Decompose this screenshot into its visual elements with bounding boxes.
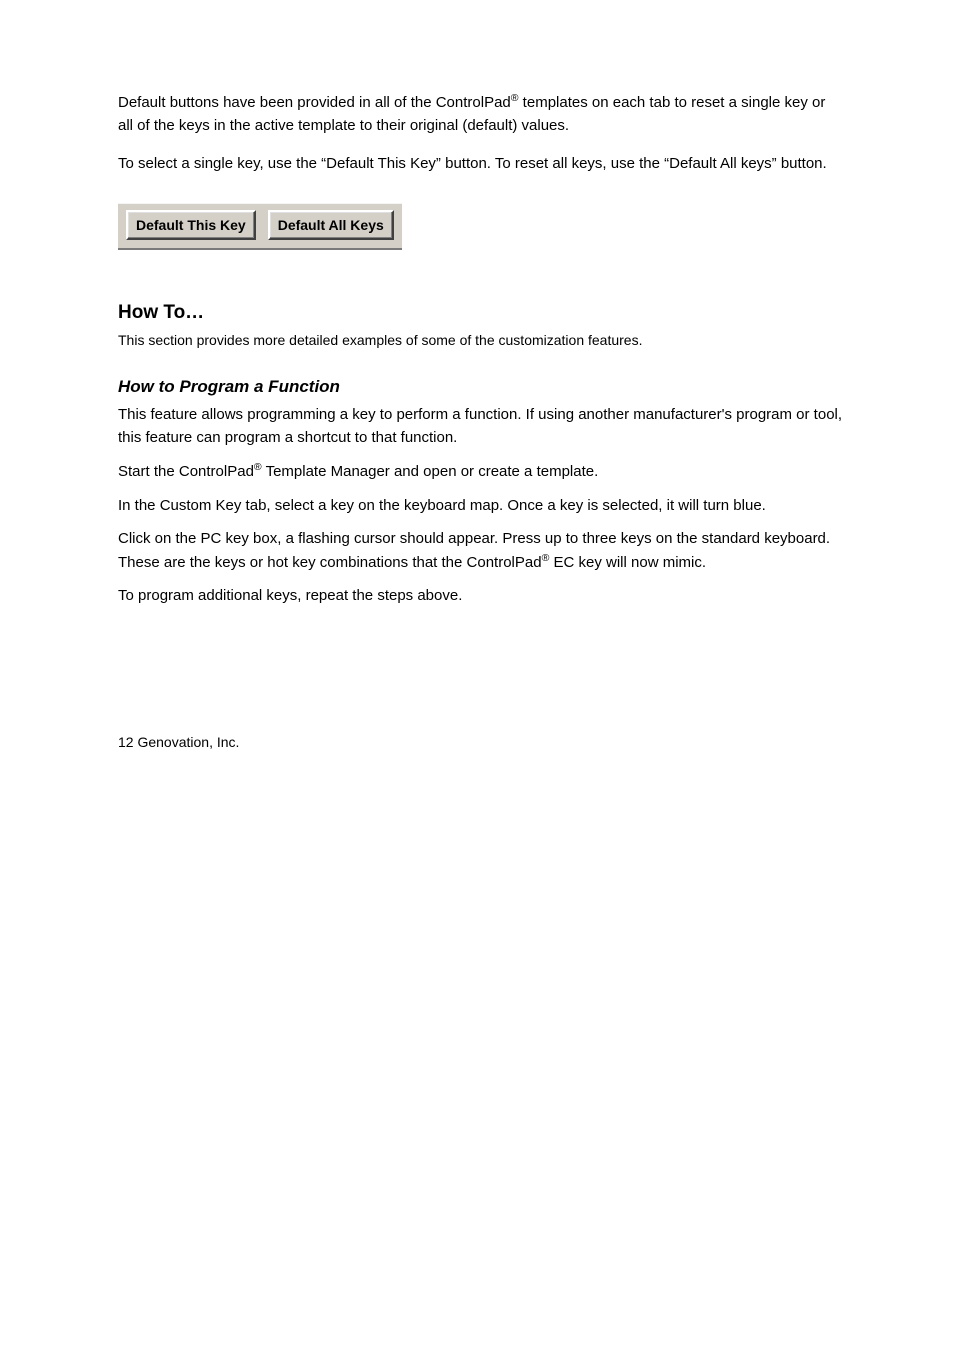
howto1-p4: Click on the PC key box, a flashing curs… (118, 527, 844, 575)
howto1-p2-post: Template Manager and open or create a te… (262, 463, 599, 480)
page-footer: 12 Genovation, Inc. (118, 728, 844, 750)
default-all-keys-button[interactable]: Default All Keys (268, 210, 394, 240)
registered-icon: ® (254, 461, 262, 473)
intro-paragraph-1: Default buttons have been provided in al… (118, 90, 844, 138)
howto1-p2: Start the ControlPad® Template Manager a… (118, 459, 844, 483)
howto-section-title: How To… (118, 302, 844, 324)
howto1-p4-post: EC key will now mimic. (549, 554, 706, 571)
intro-p1-pre: Default buttons have been provided in al… (118, 94, 511, 111)
howto1-p1: This feature allows programming a key to… (118, 403, 844, 450)
howto1-p5: To program additional keys, repeat the s… (118, 584, 844, 607)
howto1-p4-pre: Click on the PC key box, a flashing curs… (118, 530, 830, 571)
default-this-key-button[interactable]: Default This Key (126, 210, 256, 240)
registered-icon: ® (511, 92, 519, 104)
howto1-p3: In the Custom Key tab, select a key on t… (118, 494, 844, 517)
howto-program-function-title: How to Program a Function (118, 377, 844, 397)
howto1-p2-pre: Start the ControlPad (118, 463, 254, 480)
intro-paragraph-2: To select a single key, use the “Default… (118, 152, 844, 175)
default-buttons-bar: Default This Key Default All Keys (118, 203, 402, 250)
howto-section-subtitle: This section provides more detailed exam… (118, 330, 844, 351)
